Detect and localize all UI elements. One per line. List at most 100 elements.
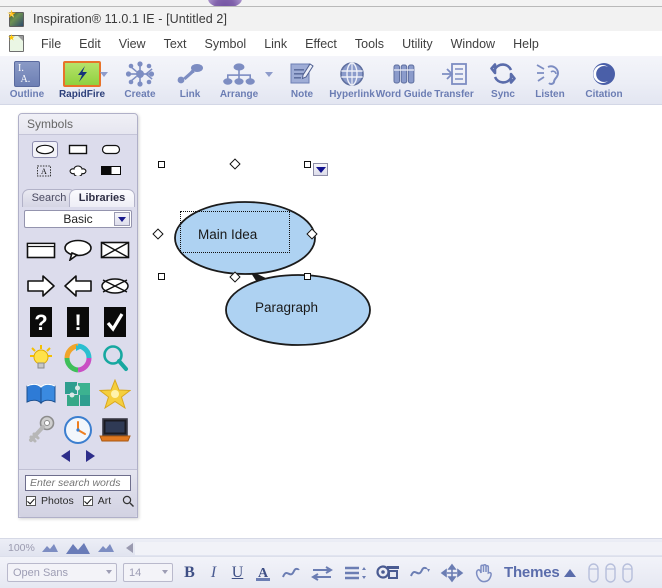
position-button[interactable] — [440, 562, 464, 584]
rapidfire-dropdown-caret-icon[interactable] — [100, 72, 108, 77]
open-rectangle-symbol[interactable] — [24, 234, 58, 266]
rounded-rect-symbol-tool[interactable] — [98, 141, 124, 158]
right-arrow-symbol[interactable] — [24, 270, 58, 302]
split-box-tool[interactable] — [98, 162, 124, 179]
crossed-ellipse-symbol[interactable] — [98, 270, 132, 302]
magnifying-glass-symbol[interactable] — [98, 342, 132, 374]
palette-tool-grid: A — [19, 135, 137, 185]
menu-item-edit[interactable]: Edit — [70, 34, 110, 54]
selection-handle-top-right[interactable] — [304, 161, 311, 168]
toolbar-button-note[interactable]: Note — [281, 58, 323, 102]
ellipse-symbol-tool[interactable] — [32, 141, 58, 158]
menu-item-symbol[interactable]: Symbol — [196, 34, 256, 54]
arrowhead-button[interactable] — [310, 562, 334, 584]
symbol-options-dropdown[interactable] — [313, 163, 328, 176]
crossed-box-symbol[interactable] — [98, 234, 132, 266]
open-book-symbol[interactable] — [24, 378, 58, 410]
star-symbol[interactable] — [98, 378, 132, 410]
theme-swatch-3[interactable] — [620, 562, 635, 584]
zoom-large-icon[interactable] — [97, 543, 115, 553]
toolbar-button-link[interactable]: Link — [168, 58, 212, 102]
menu-item-effect[interactable]: Effect — [296, 34, 346, 54]
line-style-button[interactable] — [281, 562, 301, 584]
align-button[interactable] — [343, 562, 367, 584]
toolbar-button-sync[interactable]: Sync — [484, 58, 522, 102]
puzzle-pieces-symbol[interactable] — [61, 378, 95, 410]
arrange-dropdown-caret-icon[interactable] — [265, 72, 273, 77]
light-bulb-symbol[interactable] — [24, 342, 58, 374]
chevron-down-icon[interactable] — [114, 212, 130, 226]
menu-item-utility[interactable]: Utility — [393, 34, 442, 54]
left-arrow-symbol[interactable] — [61, 270, 95, 302]
menu-item-tools[interactable]: Tools — [346, 34, 393, 54]
toolbar-button-citation[interactable]: Citation — [578, 58, 630, 102]
clock-symbol[interactable] — [61, 414, 95, 446]
toolbar-button-outline[interactable]: I. A. Outline — [6, 58, 48, 102]
bold-button[interactable]: B — [182, 562, 197, 584]
inspiration-app-window: Inspiration® 11.0.1 IE - [Untitled 2] Fi… — [0, 0, 662, 588]
next-page-arrow[interactable] — [86, 450, 95, 462]
speech-bubble-symbol[interactable] — [61, 234, 95, 266]
title-bar: Inspiration® 11.0.1 IE - [Untitled 2] — [0, 7, 662, 31]
search-input[interactable] — [25, 475, 131, 491]
previous-page-arrow[interactable] — [61, 450, 70, 462]
toolbar-button-listen[interactable]: Listen — [528, 58, 572, 102]
menu-bar: File Edit View Text Symbol Link Effect T… — [0, 31, 662, 56]
toolbar-label-outline: Outline — [9, 89, 45, 100]
cycle-arrows-symbol[interactable] — [61, 342, 95, 374]
tab-search[interactable]: Search — [22, 189, 76, 207]
node-paragraph — [225, 274, 371, 346]
library-select[interactable]: Basic — [24, 210, 132, 228]
magnifier-search-icon[interactable] — [122, 495, 135, 507]
scroll-left-arrow[interactable] — [126, 543, 133, 553]
symbols-palette: Symbols A Search Libraries Basic ? ! Ent… — [18, 113, 138, 518]
toolbar-button-rapidfire[interactable]: RapidFire — [56, 58, 108, 102]
laptop-symbol[interactable] — [98, 414, 132, 446]
key-symbol[interactable] — [24, 414, 58, 446]
underline-button[interactable]: U — [230, 562, 245, 584]
menu-item-help[interactable]: Help — [504, 34, 548, 54]
tab-libraries[interactable]: Libraries — [69, 189, 135, 207]
italic-button[interactable]: I — [206, 562, 221, 584]
cloud-symbol-tool[interactable] — [65, 162, 91, 179]
art-checkbox[interactable] — [82, 496, 93, 506]
horizontal-scrollbar[interactable] — [135, 541, 662, 555]
toolbar-button-word-guide[interactable]: Word Guide — [372, 58, 436, 102]
menu-item-text[interactable]: Text — [155, 34, 196, 54]
menu-item-file[interactable]: File — [32, 34, 70, 54]
rectangle-symbol-tool[interactable] — [65, 141, 91, 158]
selection-handle-top-left[interactable] — [158, 161, 165, 168]
photos-checkbox[interactable] — [26, 496, 36, 506]
selection-handle-bottom-left[interactable] — [158, 273, 165, 280]
menu-item-link[interactable]: Link — [255, 34, 296, 54]
diagram-canvas[interactable]: Main Idea Paragraph — [145, 108, 662, 538]
toolbar-button-arrange[interactable]: Arrange — [212, 58, 266, 102]
menu-item-view[interactable]: View — [110, 34, 155, 54]
toolbar-button-transfer[interactable]: Transfer — [428, 58, 480, 102]
hand-tool-button[interactable] — [473, 562, 495, 584]
themes-expand-icon[interactable] — [563, 568, 576, 577]
themes-button[interactable]: Themes — [504, 564, 560, 581]
menu-item-window[interactable]: Window — [442, 34, 504, 54]
main-idea-text-frame[interactable] — [180, 211, 290, 253]
draw-tool-button[interactable] — [409, 562, 431, 584]
arrange-tree-icon — [222, 60, 256, 87]
theme-swatch-1[interactable] — [586, 562, 601, 584]
font-family-select[interactable]: Open Sans — [7, 563, 117, 582]
font-color-button[interactable]: A — [254, 562, 272, 584]
text-box-tool[interactable]: A — [32, 162, 58, 179]
font-size-select[interactable]: 14 — [123, 563, 173, 582]
photos-label: Photos — [41, 495, 74, 507]
fill-color-button[interactable] — [376, 562, 400, 584]
theme-swatch-2[interactable] — [603, 562, 618, 584]
main-toolbar: I. A. Outline RapidFire Create Link Arra… — [0, 56, 662, 105]
zoom-small-icon[interactable] — [41, 543, 59, 553]
exclamation-mark-symbol[interactable]: ! — [61, 306, 95, 338]
new-document-icon[interactable] — [9, 35, 24, 52]
question-mark-symbol[interactable]: ? — [24, 306, 58, 338]
check-mark-symbol[interactable] — [98, 306, 132, 338]
toolbar-button-create[interactable]: Create — [114, 58, 166, 102]
zoom-medium-icon[interactable] — [65, 542, 91, 555]
selection-handle-bottom-right[interactable] — [304, 273, 311, 280]
toolbar-label-listen: Listen — [535, 89, 565, 100]
